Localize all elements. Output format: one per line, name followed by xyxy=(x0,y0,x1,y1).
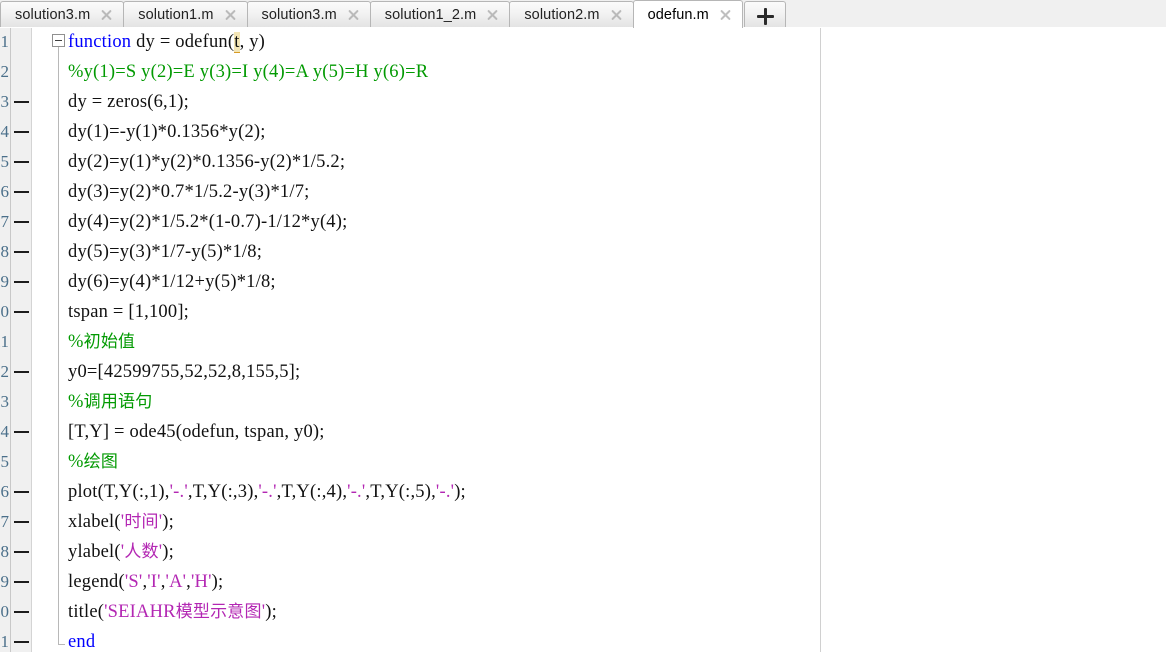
line-number: 13 xyxy=(0,392,9,411)
breakpoint-dash-icon[interactable] xyxy=(14,101,29,103)
breakpoint-dash-icon[interactable] xyxy=(14,371,29,373)
code-fold-toggle-icon[interactable] xyxy=(52,34,65,47)
tab-bar-filler xyxy=(785,1,1166,28)
breakpoint-dash-icon[interactable] xyxy=(14,161,29,163)
tab-label: solution1_2.m xyxy=(384,7,477,23)
line-number: 12 xyxy=(0,362,9,381)
line-number: 11 xyxy=(0,332,9,351)
editor-tab-bar: solution3.m solution1.m solution3.m solu… xyxy=(0,0,1166,28)
breakpoint-dash-icon[interactable] xyxy=(14,431,29,433)
breakpoint-dash-icon[interactable] xyxy=(14,641,29,643)
code-line[interactable]: %初始值 xyxy=(68,327,135,357)
code-line[interactable]: %调用语句 xyxy=(68,387,152,417)
breakpoint-dash-icon[interactable] xyxy=(14,131,29,133)
code-line[interactable]: %y(1)=S y(2)=E y(3)=I y(4)=A y(5)=H y(6)… xyxy=(68,57,428,87)
tab-label: solution1.m xyxy=(138,7,214,23)
column-limit-rule xyxy=(820,28,821,652)
line-number: 21 xyxy=(0,632,9,651)
line-number: 16 xyxy=(0,482,9,501)
code-line[interactable]: tspan = [1,100]; xyxy=(68,297,189,327)
breakpoint-gutter[interactable] xyxy=(11,28,31,652)
editor-tab-solution1[interactable]: solution1.m xyxy=(123,1,248,28)
code-line[interactable]: dy(3)=y(2)*0.7*1/5.2-y(3)*1/7; xyxy=(68,177,309,207)
breakpoint-dash-icon[interactable] xyxy=(14,611,29,613)
close-icon[interactable] xyxy=(609,8,624,23)
close-icon[interactable] xyxy=(223,8,238,23)
line-number: 4 xyxy=(0,122,10,141)
code-line[interactable]: xlabel('时间'); xyxy=(68,507,174,537)
code-line[interactable]: dy = zeros(6,1); xyxy=(68,87,189,117)
line-number: 15 xyxy=(0,452,9,471)
code-line[interactable]: dy(4)=y(2)*1/5.2*(1-0.7)-1/12*y(4); xyxy=(68,207,347,237)
line-number: 5 xyxy=(0,152,10,171)
line-number: 9 xyxy=(0,272,10,291)
code-line[interactable]: plot(T,Y(:,1),'-.',T,Y(:,3),'-.',T,Y(:,4… xyxy=(68,477,466,507)
close-icon[interactable] xyxy=(346,8,361,23)
breakpoint-dash-icon[interactable] xyxy=(14,221,29,223)
line-number: 1 xyxy=(0,32,10,51)
breakpoint-dash-icon[interactable] xyxy=(14,281,29,283)
code-line[interactable]: y0=[42599755,52,52,8,155,5]; xyxy=(68,357,300,387)
breakpoint-dash-icon[interactable] xyxy=(14,581,29,583)
line-number: 18 xyxy=(0,542,9,561)
matlab-editor-window: solution3.m solution1.m solution3.m solu… xyxy=(0,0,1166,652)
code-line[interactable]: dy(6)=y(4)*1/12+y(5)*1/8; xyxy=(68,267,276,297)
line-number: 10 xyxy=(0,302,9,321)
code-line[interactable]: function dy = odefun(t, y) xyxy=(68,28,265,57)
line-number: 7 xyxy=(0,212,10,231)
breakpoint-dash-icon[interactable] xyxy=(14,491,29,493)
code-line[interactable]: title('SEIAHR模型示意图'); xyxy=(68,597,277,627)
editor-tab-solution1-2[interactable]: solution1_2.m xyxy=(369,1,511,28)
code-editor[interactable]: 123456789101112131415161718192021 functi… xyxy=(0,28,1166,652)
close-icon[interactable] xyxy=(718,7,733,22)
breakpoint-dash-icon[interactable] xyxy=(14,521,29,523)
editor-tab-odefun[interactable]: odefun.m xyxy=(632,0,743,28)
close-icon[interactable] xyxy=(485,8,500,23)
code-line[interactable]: [T,Y] = ode45(odefun, tspan, y0); xyxy=(68,417,325,447)
code-line[interactable]: legend('S','I','A','H'); xyxy=(68,567,223,597)
line-number: 17 xyxy=(0,512,9,531)
breakpoint-dash-icon[interactable] xyxy=(14,191,29,193)
close-icon[interactable] xyxy=(99,8,114,23)
code-line[interactable]: dy(5)=y(3)*1/7-y(5)*1/8; xyxy=(68,237,262,267)
code-fold-bracket xyxy=(58,47,59,644)
code-text-area[interactable]: function dy = odefun(t, y) %y(1)=S y(2)=E… xyxy=(32,28,1166,652)
line-number: 20 xyxy=(0,602,9,621)
line-number: 3 xyxy=(0,92,10,111)
code-line[interactable]: end xyxy=(68,627,95,652)
line-number: 8 xyxy=(0,242,10,261)
code-fold-bracket-foot xyxy=(58,644,65,645)
code-line[interactable]: dy(1)=-y(1)*0.1356*y(2); xyxy=(68,117,266,147)
editor-tab-solution2[interactable]: solution2.m xyxy=(509,1,634,28)
editor-tab-solution3-1[interactable]: solution3.m xyxy=(0,1,125,28)
tab-label: solution2.m xyxy=(524,7,600,23)
line-number: 2 xyxy=(0,62,10,81)
line-number: 19 xyxy=(0,572,9,591)
breakpoint-dash-icon[interactable] xyxy=(14,551,29,553)
code-line[interactable]: ylabel('人数'); xyxy=(68,537,174,567)
breakpoint-dash-icon[interactable] xyxy=(14,251,29,253)
code-line[interactable]: dy(2)=y(1)*y(2)*0.1356-y(2)*1/5.2; xyxy=(68,147,345,177)
line-number: 6 xyxy=(0,182,10,201)
editor-tab-solution3-2[interactable]: solution3.m xyxy=(246,1,371,28)
line-number-gutter: 123456789101112131415161718192021 xyxy=(0,28,10,652)
tab-label: solution3.m xyxy=(261,7,337,23)
code-line[interactable]: %绘图 xyxy=(68,447,118,477)
tab-label: odefun.m xyxy=(647,6,709,23)
line-number: 14 xyxy=(0,422,9,441)
tab-label: solution3.m xyxy=(15,7,91,23)
new-tab-button[interactable] xyxy=(743,1,786,28)
breakpoint-dash-icon[interactable] xyxy=(14,311,29,313)
